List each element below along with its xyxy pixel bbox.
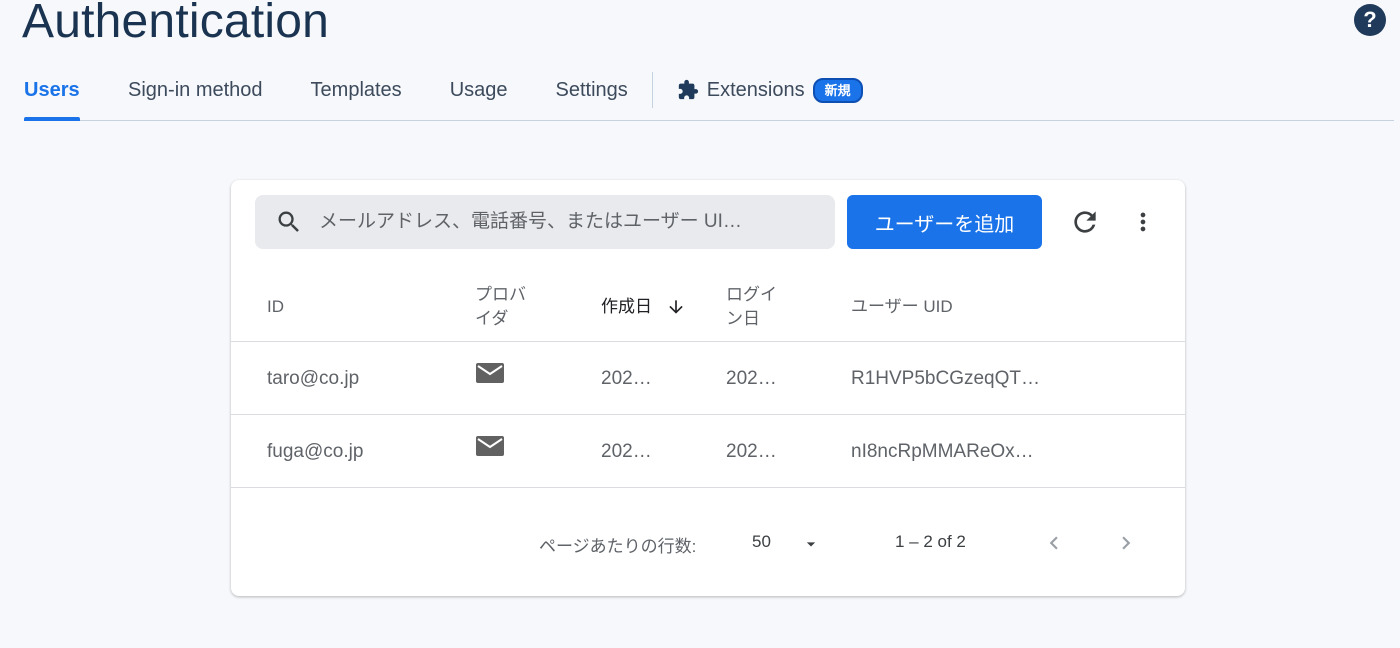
- column-header-uid[interactable]: ユーザー UID: [851, 272, 953, 342]
- search-box[interactable]: [255, 195, 835, 249]
- cell-created: 202…: [601, 440, 652, 462]
- tab-divider: [651, 72, 653, 108]
- page-title: Authentication: [22, 0, 330, 48]
- tab-usage-label: Usage: [449, 78, 508, 101]
- arrow-down-icon: [669, 300, 683, 314]
- new-badge: 新規: [812, 77, 863, 103]
- tab-usage[interactable]: Usage: [450, 72, 508, 120]
- cell-created: 202…: [601, 367, 652, 389]
- table-row[interactable]: fuga@co.jp 202… 202… nI8ncRpMMAReOx…: [231, 415, 1185, 488]
- provider-header-line1: プロバ: [475, 285, 526, 304]
- tab-extensions-label: Extensions: [706, 78, 805, 101]
- pagination-footer: ページあたりの行数: 50 1 – 2 of 2: [231, 488, 1185, 596]
- cell-id: taro@co.jp: [267, 367, 360, 389]
- search-input[interactable]: [319, 211, 789, 233]
- caret-down-icon[interactable]: [801, 534, 821, 554]
- cell-uid: R1HVP5bCGzeqQT…: [851, 367, 1041, 389]
- created-header-label: 作成日: [601, 297, 652, 316]
- refresh-icon[interactable]: [1069, 206, 1101, 238]
- cell-login: 202…: [726, 440, 777, 462]
- column-header-login[interactable]: ログイ ン日: [726, 272, 796, 342]
- tab-users[interactable]: Users: [24, 72, 80, 121]
- tab-bar: Users Sign-in method Templates Usage Set…: [24, 72, 1394, 121]
- column-header-provider[interactable]: プロバ イダ: [475, 272, 545, 342]
- tab-settings-label: Settings: [555, 78, 628, 101]
- cell-id: fuga@co.jp: [267, 440, 364, 462]
- tab-templates-label: Templates: [310, 78, 402, 101]
- search-icon: [278, 211, 299, 232]
- tab-sign-in-method-label: Sign-in method: [128, 78, 263, 101]
- table-row[interactable]: taro@co.jp 202… 202… R1HVP5bCGzeqQT…: [231, 342, 1185, 415]
- column-header-id[interactable]: ID: [267, 272, 284, 342]
- tab-extensions[interactable]: Extensions 新規: [677, 72, 863, 120]
- column-header-created[interactable]: 作成日: [601, 272, 686, 342]
- more-vert-icon[interactable]: [1129, 206, 1157, 238]
- table-header: ID プロバ イダ 作成日 ログイ ン日 ユーザー UID: [231, 272, 1185, 342]
- provider-header-line2: イダ: [475, 309, 509, 328]
- cell-provider: [475, 336, 505, 409]
- cell-uid: nI8ncRpMMAReOx…: [851, 440, 1034, 462]
- chevron-right-icon[interactable]: [1113, 530, 1139, 556]
- tab-templates[interactable]: Templates: [311, 72, 402, 120]
- column-header-provider-text: プロバ イダ: [475, 283, 526, 331]
- add-user-button[interactable]: ユーザーを追加: [847, 195, 1042, 249]
- tab-sign-in-method[interactable]: Sign-in method: [128, 72, 263, 120]
- mail-icon: [476, 435, 504, 456]
- cell-login: 202…: [726, 367, 777, 389]
- mail-icon: [476, 362, 504, 383]
- rows-per-page-value[interactable]: 50: [752, 532, 771, 552]
- tab-users-label: Users: [24, 78, 80, 101]
- column-header-login-text: ログイ ン日: [726, 283, 777, 331]
- puzzle-icon: [678, 79, 698, 100]
- users-card: ユーザーを追加 ID プロバ イダ 作成日 ロ: [231, 180, 1185, 596]
- cell-provider: [475, 409, 505, 482]
- pagination-range: 1 – 2 of 2: [895, 532, 966, 551]
- login-header-line1: ログイ: [726, 285, 777, 304]
- login-header-line2: ン日: [726, 309, 760, 328]
- rows-per-page-label: ページあたりの行数:: [539, 537, 697, 556]
- chevron-left-icon[interactable]: [1041, 530, 1067, 556]
- help-icon[interactable]: ?: [1354, 4, 1386, 36]
- authentication-page: Authentication ? Users Sign-in method Te…: [0, 0, 1400, 648]
- tab-settings[interactable]: Settings: [556, 72, 628, 120]
